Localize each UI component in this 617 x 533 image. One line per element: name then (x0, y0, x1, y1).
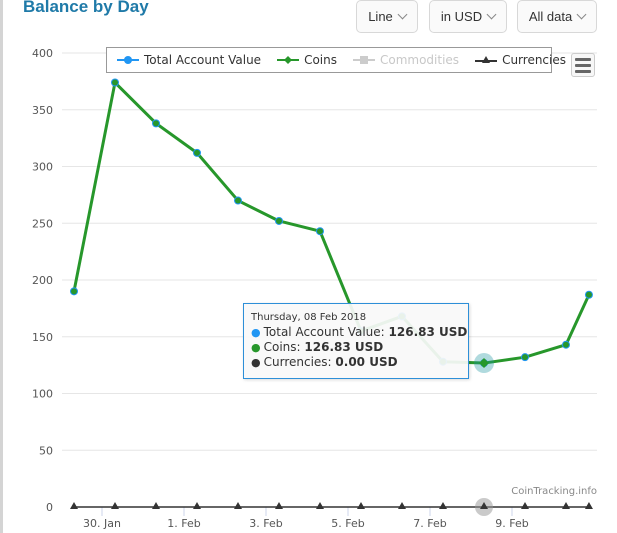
legend-label: Total Account Value (144, 53, 262, 67)
chart-legend: Total Account Value Coins Commodities Cu… (106, 47, 566, 73)
y-tick-label: 100 (32, 388, 53, 401)
y-tick-label: 0 (46, 501, 53, 514)
chart-credit: CoinTracking.info (511, 486, 597, 497)
tooltip-date: Thursday, 08 Feb 2018 (251, 312, 367, 323)
y-tick-label: 50 (39, 444, 53, 457)
data-point-coins (71, 288, 77, 295)
data-point-coins (317, 228, 323, 235)
tooltip-row-total: ● Total Account Value: 126.83 USD (251, 325, 467, 340)
data-point-currencies (152, 502, 160, 509)
data-point-currencies (193, 502, 201, 509)
x-tick-label: 30. Jan (83, 517, 121, 530)
data-point-currencies (70, 502, 78, 509)
legend-label: Coins (304, 53, 337, 67)
data-point-currencies (275, 502, 283, 509)
x-tick-label: 9. Feb (495, 517, 528, 530)
data-point-coins (194, 149, 200, 156)
square-marker-icon (352, 56, 375, 64)
y-tick-label: 350 (32, 104, 53, 117)
data-point-currencies (111, 502, 119, 509)
data-point-coins (112, 79, 118, 86)
data-point-currencies (521, 502, 529, 509)
data-point-currencies (316, 502, 324, 509)
data-point-coins (153, 120, 159, 127)
tooltip-value: 126.83 USD (388, 325, 468, 339)
dot-icon: ● (251, 356, 261, 369)
legend-label: Commodities (379, 53, 460, 67)
y-tick-label: 250 (32, 217, 53, 230)
hamburger-icon-bar (575, 63, 591, 67)
dot-icon: ● (251, 341, 261, 354)
dot-icon: ● (251, 326, 261, 339)
data-point-coins (563, 341, 569, 348)
circle-marker-icon (117, 56, 139, 64)
x-tick-label: 3. Feb (249, 517, 282, 530)
tooltip-value: 0.00 USD (335, 355, 398, 369)
line-chart: 0 50 100 150 200 250 300 350 400 30. Jan 1. Feb 3. … (32, 47, 597, 530)
y-tick-label: 300 (32, 161, 53, 174)
data-point-coins (276, 217, 282, 224)
legend-item-commodities[interactable]: Commodities (352, 53, 460, 67)
data-point-coins (522, 354, 528, 361)
data-point-currencies (398, 502, 406, 509)
tooltip-label: Coins: (263, 340, 301, 354)
data-point-currencies (439, 502, 447, 509)
data-point-coins (585, 291, 592, 298)
data-point-currencies (234, 502, 242, 509)
data-point-coins (235, 197, 241, 204)
tooltip-label: Currencies: (263, 355, 332, 369)
hamburger-icon-bar (575, 57, 591, 61)
data-point-currencies (562, 502, 570, 509)
y-tick-label: 150 (32, 331, 53, 344)
tooltip-value: 126.83 USD (304, 340, 384, 354)
triangle-marker-icon (475, 56, 498, 63)
legend-item-currencies[interactable]: Currencies (475, 53, 566, 67)
legend-item-coins[interactable]: Coins (277, 53, 337, 67)
y-tick-label: 200 (32, 274, 53, 287)
tooltip-row-currencies: ● Currencies: 0.00 USD (251, 355, 461, 370)
tooltip-label: Total Account Value: (263, 325, 385, 339)
x-tick-label: 5. Feb (331, 517, 364, 530)
x-tick-label: 7. Feb (413, 517, 446, 530)
legend-label: Currencies (502, 53, 566, 67)
x-tick-label: 1. Feb (167, 517, 200, 530)
legend-item-total-account-value[interactable]: Total Account Value (117, 53, 261, 67)
y-tick-label: 400 (32, 47, 53, 60)
chart-tooltip: Thursday, 08 Feb 2018 ● Total Account Val… (243, 303, 469, 379)
data-point-currencies (584, 502, 593, 509)
diamond-marker-icon (277, 56, 300, 64)
chart-menu-button[interactable] (571, 53, 595, 77)
data-point-currencies (357, 502, 365, 509)
hamburger-icon-bar (575, 69, 591, 73)
tooltip-row-coins: ● Coins: 126.83 USD (251, 340, 461, 355)
